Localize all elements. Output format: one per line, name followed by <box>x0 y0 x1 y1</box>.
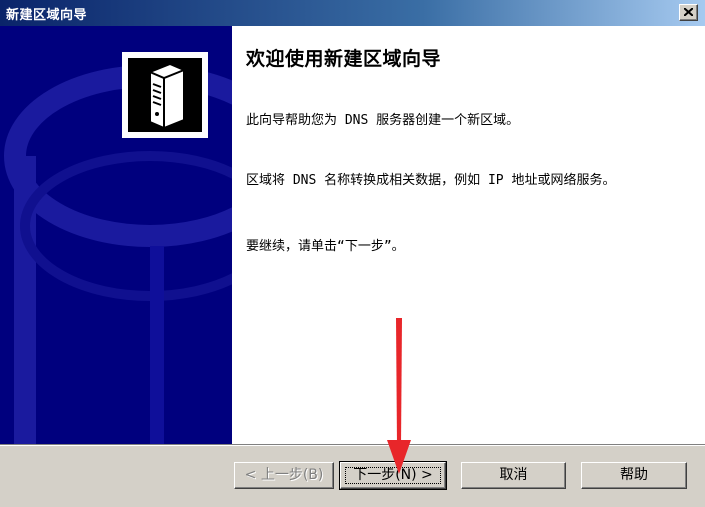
back-button[interactable]: < 上一步(B) <box>234 462 334 489</box>
continue-instruction: 要继续，请单击“下一步”。 <box>246 239 405 254</box>
title-bar[interactable]: 新建区域向导 <box>0 0 705 26</box>
description-text: 区域将 DNS 名称转换成相关数据，例如 IP 地址或网络服务。 <box>246 173 616 188</box>
button-separator <box>0 444 705 446</box>
page-heading: 欢迎使用新建区域向导 <box>246 48 442 70</box>
cancel-button[interactable]: 取消 <box>461 462 566 489</box>
intro-text: 此向导帮助您为 DNS 服务器创建一个新区域。 <box>246 113 520 128</box>
close-button[interactable] <box>679 4 698 21</box>
window-title: 新建区域向导 <box>6 8 88 23</box>
server-tower-icon <box>147 62 187 130</box>
annotation-arrow-icon <box>387 318 411 474</box>
server-image-frame <box>122 52 208 138</box>
side-banner <box>0 26 232 444</box>
wizard-window: 新建区域向导 欢迎使用新建区域向导 此向导帮助您为 DNS 服务器创建一个新区域… <box>0 0 705 507</box>
wizard-body: 欢迎使用新建区域向导 此向导帮助您为 DNS 服务器创建一个新区域。 区域将 D… <box>0 26 705 444</box>
help-button[interactable]: 帮助 <box>581 462 687 489</box>
close-icon <box>684 8 693 16</box>
